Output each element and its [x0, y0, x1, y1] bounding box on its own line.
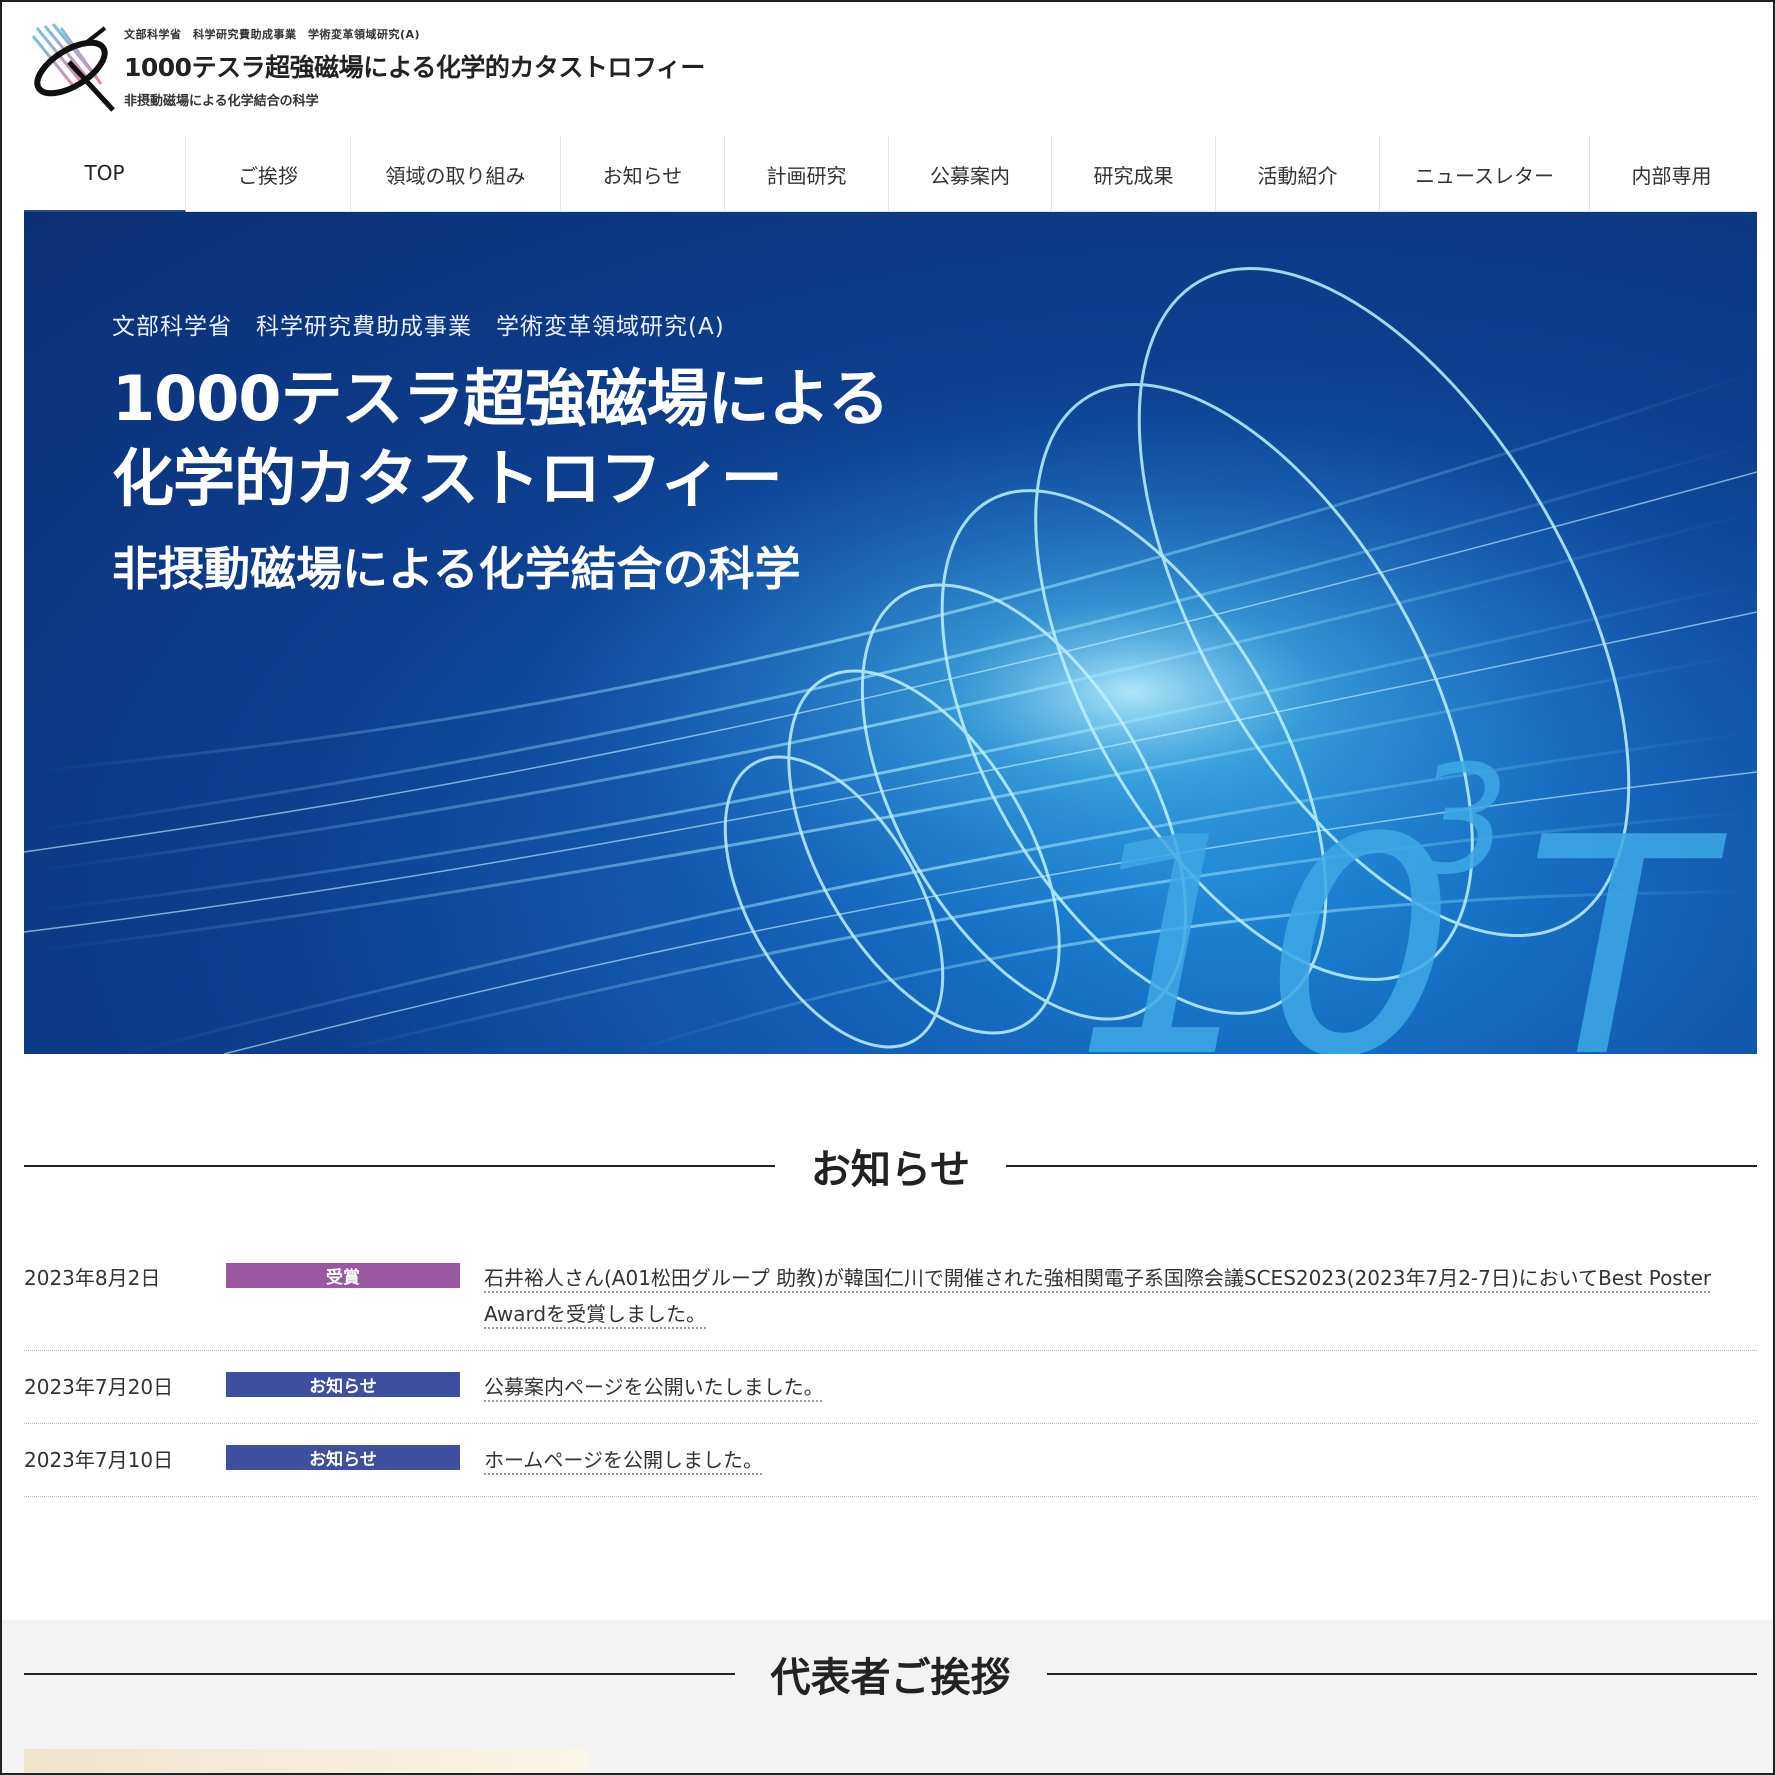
- list-item: 2023年7月20日 お知らせ 公募案内ページを公開いたしました。: [24, 1351, 1757, 1424]
- nav-item-projects[interactable]: 計画研究: [725, 136, 889, 212]
- hero-title: 1000テスラ超強磁場による 化学的カタストロフィー: [112, 359, 890, 519]
- nav-item-greeting[interactable]: ご挨拶: [186, 136, 351, 212]
- nav-item-internal[interactable]: 内部専用: [1590, 136, 1753, 212]
- nav-item-top[interactable]: TOP: [24, 136, 186, 212]
- site-tagline: 非摂動磁場による化学結合の科学: [124, 94, 319, 109]
- header-sub: 文部科学省 科学研究費助成事業 学術変革領域研究(A): [124, 28, 421, 41]
- heading-rule-right: [1006, 1165, 1758, 1167]
- heading-rule-left: [24, 1165, 775, 1167]
- category-badge: お知らせ: [226, 1445, 460, 1470]
- nav-item-initiatives[interactable]: 領域の取り組み: [351, 136, 561, 212]
- atom-logo-icon[interactable]: [29, 22, 117, 112]
- news-link[interactable]: 公募案内ページを公開いたしました。: [484, 1369, 1757, 1405]
- hero-text: 文部科学省 科学研究費助成事業 学術変革領域研究(A) 1000テスラ超強磁場に…: [112, 307, 890, 599]
- nav-item-news[interactable]: お知らせ: [561, 136, 725, 212]
- page-frame: 文部科学省 科学研究費助成事業 学術変革領域研究(A) 1000テスラ超強磁場に…: [0, 0, 1775, 1775]
- list-item: 2023年8月2日 受賞 石井裕人さん(A01松田グループ 助教)が韓国仁川で開…: [24, 1242, 1757, 1351]
- hero-title-line1: 1000テスラ超強磁場による: [112, 362, 890, 435]
- news-title: お知らせ: [810, 1147, 971, 1193]
- nav-item-results[interactable]: 研究成果: [1052, 136, 1216, 212]
- header-text: 文部科学省 科学研究費助成事業 学術変革領域研究(A) 1000テスラ超強磁場に…: [124, 26, 705, 109]
- news-link[interactable]: 石井裕人さん(A01松田グループ 助教)が韓国仁川で開催された強相関電子系国際会…: [484, 1260, 1757, 1332]
- category-badge: 受賞: [226, 1263, 460, 1288]
- news-link[interactable]: ホームページを公開しました。: [484, 1442, 1757, 1478]
- greeting-heading: 代表者ご挨拶: [24, 1645, 1757, 1703]
- greeting-title: 代表者ご挨拶: [770, 1655, 1011, 1701]
- news-heading: お知らせ: [24, 1137, 1758, 1195]
- list-item: 2023年7月10日 お知らせ ホームページを公開しました。: [24, 1424, 1757, 1497]
- hero-title-line2: 化学的カタストロフィー: [112, 442, 783, 515]
- nav-item-newsletter[interactable]: ニュースレター: [1380, 136, 1590, 212]
- hero-banner: 10 3 T 文部科学省 科学研究費助成事業 学術変革領域研究(A) 1000テ…: [24, 212, 1757, 1054]
- main-nav: TOP ご挨拶 領域の取り組み お知らせ 計画研究 公募案内 研究成果 活動紹介…: [24, 136, 1757, 212]
- heading-rule-left: [24, 1673, 735, 1675]
- representative-photo: [24, 1749, 589, 1773]
- nav-item-activities[interactable]: 活動紹介: [1216, 136, 1380, 212]
- hero-sub: 文部科学省 科学研究費助成事業 学術変革領域研究(A): [112, 314, 725, 340]
- nav-item-call[interactable]: 公募案内: [889, 136, 1052, 212]
- news-date: 2023年7月20日: [24, 1375, 174, 1399]
- news-date: 2023年7月10日: [24, 1448, 174, 1472]
- hero-graphic-unit: T: [1524, 774, 1730, 1054]
- site-header: 文部科学省 科学研究費助成事業 学術変革領域研究(A) 1000テスラ超強磁場に…: [24, 16, 1754, 121]
- news-list: 2023年8月2日 受賞 石井裕人さん(A01松田グループ 助教)が韓国仁川で開…: [24, 1242, 1757, 1497]
- heading-rule-right: [1046, 1673, 1757, 1675]
- hero-graphic-exp: 3: [1414, 734, 1509, 908]
- hero-tagline: 非摂動磁場による化学結合の科学: [112, 542, 801, 596]
- category-badge: お知らせ: [226, 1372, 460, 1397]
- news-date: 2023年8月2日: [24, 1266, 161, 1290]
- site-title[interactable]: 1000テスラ超強磁場による化学的カタストロフィー: [124, 48, 705, 84]
- hero-graphic-base: 10: [1074, 774, 1456, 1054]
